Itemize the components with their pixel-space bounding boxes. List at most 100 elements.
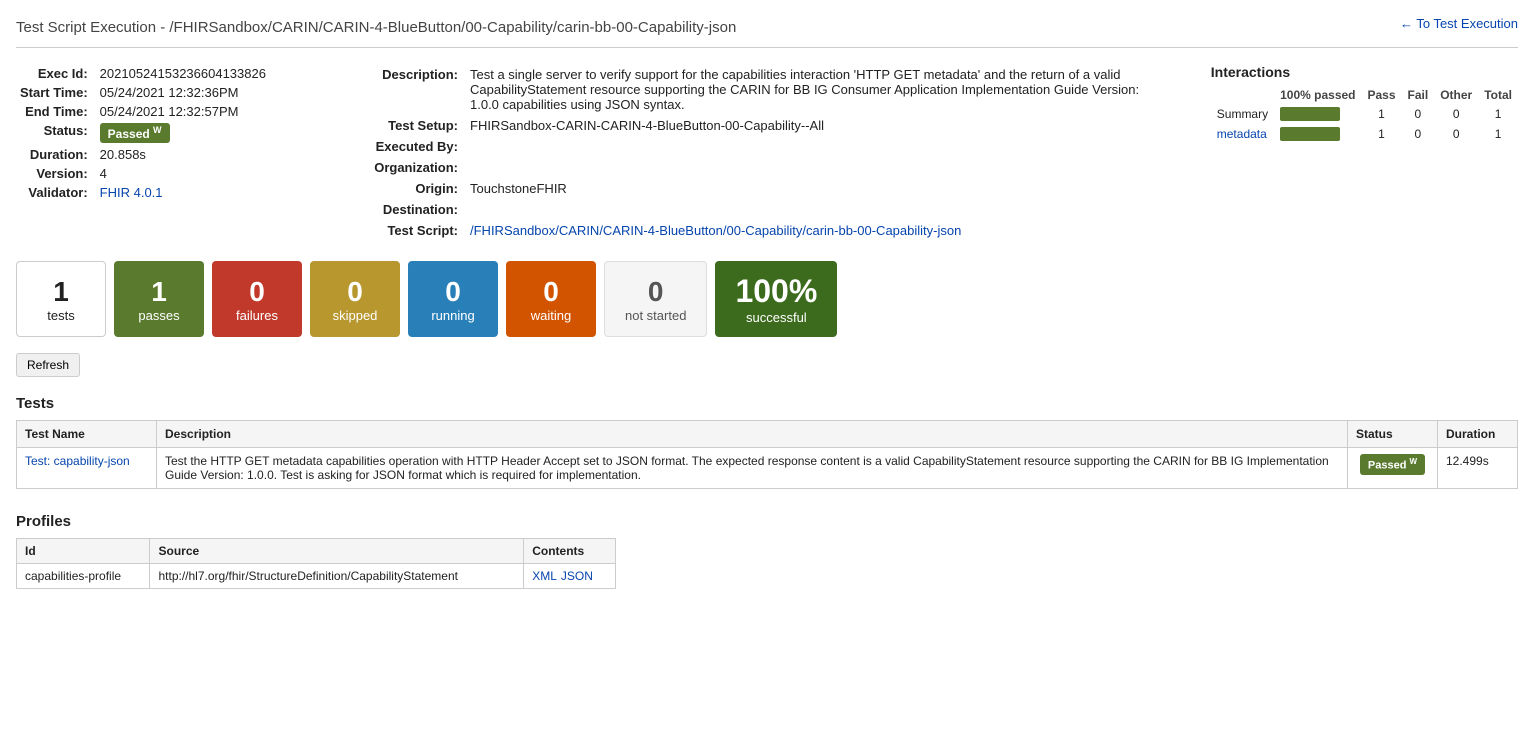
back-to-execution-link[interactable]: To Test Execution (1400, 16, 1518, 31)
organization-label: Organization: (356, 157, 466, 178)
title-subtitle: - /FHIRSandbox/CARIN/CARIN-4-BlueButton/… (156, 19, 736, 36)
end-time-label: End Time: (16, 102, 96, 121)
profile-xml-link-0[interactable]: XML (532, 569, 557, 583)
duration-value: 20.858s (96, 145, 270, 164)
status-badge: Passed W (100, 123, 170, 143)
col-status: Status (1348, 421, 1438, 448)
interaction-row-name-0: Summary (1211, 104, 1274, 124)
profiles-section-title: Profiles (16, 513, 1518, 530)
test-script-cell: /FHIRSandbox/CARIN/CARIN-4-BlueButton/00… (466, 220, 1171, 241)
executed-by-value (466, 136, 1171, 157)
waiting-num: 0 (543, 276, 559, 308)
destination-value (466, 199, 1171, 220)
origin-value: TouchstoneFHIR (466, 178, 1171, 199)
test-name-link-0[interactable]: Test: capability-json (25, 454, 130, 468)
stat-tests: 1 tests (16, 261, 106, 337)
version-value: 4 (96, 164, 270, 183)
int-col-name (1211, 86, 1274, 104)
stat-passes: 1 passes (114, 261, 204, 337)
status-cell: Passed W (96, 121, 270, 145)
passes-num: 1 (151, 276, 167, 308)
meta-desc: Description: Test a single server to ver… (356, 64, 1171, 241)
stat-failures: 0 failures (212, 261, 302, 337)
validator-cell: FHIR 4.0.1 (96, 183, 270, 202)
waiting-label: waiting (531, 308, 571, 323)
progress-bar-1 (1280, 127, 1340, 141)
start-time-label: Start Time: (16, 83, 96, 102)
stats-row: 1 tests 1 passes 0 failures 0 skipped 0 … (16, 261, 1518, 337)
meta-left: Exec Id: 20210524153236604133826 Start T… (16, 64, 316, 241)
not-started-label: not started (625, 308, 686, 323)
origin-label: Origin: (356, 178, 466, 199)
end-time-value: 05/24/2021 12:32:57PM (96, 102, 270, 121)
interactions-section: Interactions 100% passed Pass Fail Other… (1211, 64, 1518, 241)
int-total-0: 1 (1478, 104, 1518, 124)
int-pass-1: 1 (1362, 124, 1402, 144)
destination-label: Destination: (356, 199, 466, 220)
skipped-label: skipped (333, 308, 378, 323)
interactions-title: Interactions (1211, 64, 1518, 80)
int-col-pass: Pass (1362, 86, 1402, 104)
test-script-link[interactable]: /FHIRSandbox/CARIN/CARIN-4-BlueButton/00… (470, 223, 961, 238)
test-desc-0: Test the HTTP GET metadata capabilities … (157, 448, 1348, 489)
meta-section: Exec Id: 20210524153236604133826 Start T… (16, 64, 1518, 241)
running-label: running (431, 308, 474, 323)
organization-value (466, 157, 1171, 178)
int-col-other: Other (1434, 86, 1478, 104)
running-num: 0 (445, 276, 461, 308)
col-duration: Duration (1438, 421, 1518, 448)
tests-table: Test Name Description Status Duration Te… (16, 420, 1518, 489)
int-col-fail: Fail (1402, 86, 1435, 104)
int-total-1: 1 (1478, 124, 1518, 144)
failures-label: failures (236, 308, 278, 323)
stat-not-started: 0 not started (604, 261, 707, 337)
title-main: Test Script Execution (16, 19, 156, 36)
test-script-label: Test Script: (356, 220, 466, 241)
int-pass-0: 1 (1362, 104, 1402, 124)
col-description: Description (157, 421, 1348, 448)
executed-by-label: Executed By: (356, 136, 466, 157)
desc-label: Description: (356, 64, 466, 115)
exec-id-value: 20210524153236604133826 (96, 64, 270, 83)
prof-col-contents: Contents (524, 539, 616, 564)
page-header: Test Script Execution - /FHIRSandbox/CAR… (16, 16, 1518, 48)
start-time-value: 05/24/2021 12:32:36PM (96, 83, 270, 102)
success-pct: 100% (735, 273, 817, 310)
stat-success: 100% successful (715, 261, 837, 337)
prof-col-source: Source (150, 539, 524, 564)
profiles-table: Id Source Contents capabilities-profileh… (16, 538, 616, 589)
profiles-section: Profiles Id Source Contents capabilities… (16, 513, 1518, 589)
profile-source-0: http://hl7.org/fhir/StructureDefinition/… (150, 564, 524, 589)
validator-link[interactable]: FHIR 4.0.1 (100, 185, 163, 200)
not-started-num: 0 (648, 276, 664, 308)
duration-label: Duration: (16, 145, 96, 164)
status-label: Status: (16, 121, 96, 145)
test-row-0: Test: capability-json Test the HTTP GET m… (17, 448, 1518, 489)
interactions-table: 100% passed Pass Fail Other Total Summar… (1211, 86, 1518, 144)
stat-running: 0 running (408, 261, 498, 337)
prof-col-id: Id (17, 539, 150, 564)
page-title: Test Script Execution - /FHIRSandbox/CAR… (16, 16, 736, 37)
version-label: Version: (16, 164, 96, 183)
validator-label: Validator: (16, 183, 96, 202)
int-fail-1: 0 (1402, 124, 1435, 144)
interaction-row-link-1[interactable]: metadata (1217, 127, 1267, 141)
status-sup: W (153, 125, 162, 135)
desc-value: Test a single server to verify support f… (466, 64, 1171, 115)
success-label: successful (746, 310, 807, 325)
skipped-num: 0 (347, 276, 363, 308)
progress-bar-0 (1280, 107, 1340, 121)
tests-section: Tests Test Name Description Status Durat… (16, 395, 1518, 489)
profile-json-link-0[interactable]: JSON (561, 569, 593, 583)
test-duration-0: 12.499s (1438, 448, 1518, 489)
refresh-button[interactable]: Refresh (16, 353, 80, 377)
test-setup-value: FHIRSandbox-CARIN-CARIN-4-BlueButton-00-… (466, 115, 1171, 136)
interaction-row-0: Summary1001 (1211, 104, 1518, 124)
profile-id-0: capabilities-profile (17, 564, 150, 589)
profile-row-0: capabilities-profilehttp://hl7.org/fhir/… (17, 564, 616, 589)
col-test-name: Test Name (17, 421, 157, 448)
test-setup-label: Test Setup: (356, 115, 466, 136)
int-other-1: 0 (1434, 124, 1478, 144)
status-value: Passed (108, 127, 150, 141)
tests-num: 1 (53, 276, 69, 308)
